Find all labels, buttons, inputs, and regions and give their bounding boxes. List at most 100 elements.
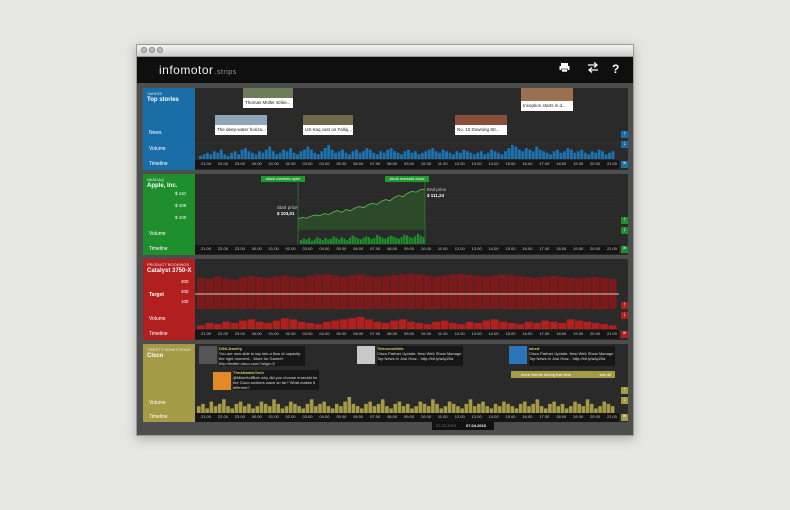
tweets-close-button[interactable]: × — [621, 414, 628, 421]
news-headline-4[interactable]: No. 10 Downing Str... — [455, 125, 507, 135]
news-volume-bar — [563, 151, 566, 159]
timeline-tick: 16.00 — [522, 331, 533, 336]
tweets-volume-bar — [351, 403, 356, 413]
see-all-link[interactable]: see all — [599, 371, 611, 378]
product-close-button[interactable]: × — [621, 331, 628, 338]
news-volume-bar — [549, 154, 552, 159]
timeline-tick: 20.00 — [590, 161, 601, 166]
product-volume-bar — [575, 320, 583, 329]
product-move-up-button[interactable]: ↑ — [621, 302, 628, 309]
product-booking-bar — [381, 276, 390, 309]
news-volume-bar — [209, 154, 213, 159]
timeline-tick: 00.00 — [251, 246, 262, 251]
tweets-volume-bar — [585, 399, 590, 413]
product-volume-bar — [407, 321, 415, 329]
tweets-volume-bar — [523, 401, 527, 413]
product-volume-bar — [583, 321, 592, 329]
timeline-tick: 20.00 — [590, 414, 601, 419]
stock-volume-bar — [362, 237, 365, 244]
stock-close-button[interactable]: × — [621, 246, 628, 253]
tweets-volume-bar — [468, 399, 473, 413]
stock-volume-bar — [386, 237, 390, 244]
product-volume-bar — [230, 323, 239, 329]
close-window-button[interactable] — [141, 47, 147, 53]
stock-ylabel-110: $ 110 — [175, 191, 186, 196]
news-photo-3 — [303, 115, 353, 125]
news-headline-5[interactable]: Inception starts in d... — [521, 101, 573, 111]
product-ylabel-300: 300 — [181, 279, 189, 284]
stock-volume-bar — [373, 237, 376, 244]
tweets-volume-bar — [602, 401, 607, 413]
product-booking-bar — [432, 276, 441, 309]
stock-title: Apple, Inc. — [147, 183, 178, 189]
product-move-down-button[interactable]: ↓ — [621, 312, 628, 319]
product-booking-bar — [415, 274, 424, 309]
stock-price-chart — [195, 182, 619, 244]
product-booking-bar — [541, 276, 550, 309]
tweets-volume-bar — [297, 406, 301, 413]
stock-volume-bar — [357, 238, 360, 244]
product-booking-bar — [239, 277, 247, 309]
news-volume-bar — [313, 152, 317, 159]
product-volume-bar — [423, 324, 432, 329]
news-move-down-button[interactable]: ↓ — [621, 141, 628, 148]
swap-button[interactable] — [587, 62, 599, 76]
news-headline-1[interactable]: Thomas Müller strike... — [243, 98, 293, 108]
more-tweets-bar[interactable]: more tweets during this time see all — [511, 371, 615, 378]
news-volume-bar — [393, 151, 396, 159]
news-volume-bar — [597, 149, 601, 159]
tweets-volume-bar — [426, 406, 431, 413]
news-move-up-button[interactable]: ↑ — [621, 131, 628, 138]
product-volume-bar — [499, 321, 508, 329]
minimize-window-button[interactable] — [149, 47, 155, 53]
product-booking-bar — [457, 273, 466, 309]
stock-move-down-button[interactable]: ↓ — [621, 227, 628, 234]
tweets-volume-bar — [581, 406, 586, 413]
tweet-4[interactable]: wired Cisco Partner Update: New Web Show … — [529, 346, 615, 366]
timeline-tick: 15.00 — [505, 331, 516, 336]
tweets-move-up-button[interactable]: ↑ — [621, 387, 628, 394]
printer-icon — [559, 63, 570, 73]
timeline-tick: 10.00 — [420, 331, 431, 336]
stock-volume-bar — [340, 237, 343, 244]
print-button[interactable] — [559, 62, 570, 76]
tweet-4-avatar — [509, 346, 527, 364]
product-booking-bar — [549, 275, 558, 309]
product-volume-bar — [440, 320, 449, 329]
news-volume-bar — [216, 152, 220, 159]
timeline-tick: 17.00 — [539, 331, 550, 336]
product-volume-bar — [390, 320, 398, 329]
tweets-move-down-button[interactable]: ↓ — [621, 397, 628, 404]
timeline-tick: 15.00 — [505, 246, 516, 251]
tweets-volume-bar — [598, 406, 602, 413]
news-chart: Thomas Müller strike... The deep-water h… — [195, 88, 619, 160]
stock-volume-bar — [381, 237, 384, 244]
tweet-3[interactable]: TelecomsWeb Cisco Partner Update: New Web… — [377, 346, 463, 366]
date-range-bar[interactable]: 07.03.2010 07.04.2010 — [432, 422, 494, 430]
product-volume-bar — [608, 325, 617, 329]
news-volume-bar — [389, 148, 393, 159]
tweets-volume-bar — [518, 403, 523, 413]
news-volume-bar — [219, 149, 223, 159]
tweets-volume-bar — [314, 406, 318, 413]
news-headline-3[interactable]: US-Iraq cast on Falluj... — [303, 125, 353, 135]
product-booking-bar — [356, 274, 365, 309]
product-target-label: Target — [149, 292, 164, 298]
help-button[interactable]: ? — [612, 62, 619, 76]
tweet-1[interactable]: DSKJewelry You are now able to tap into a… — [219, 346, 305, 366]
timeline-tick: 20.00 — [590, 331, 601, 336]
product-booking-bar — [465, 274, 474, 309]
news-close-button[interactable]: × — [621, 161, 628, 168]
tweet-2[interactable]: TheAtlanticTech @MikeHoffBee why did you … — [233, 370, 319, 390]
zoom-window-button[interactable] — [157, 47, 163, 53]
stock-move-up-button[interactable]: ↑ — [621, 217, 628, 224]
news-volume-bar — [257, 151, 261, 159]
product-booking-bar — [197, 277, 205, 309]
news-headline-2[interactable]: The deep-water horiza... — [215, 125, 267, 135]
timeline-tick: 13.00 — [471, 161, 482, 166]
stock-volume-bar — [395, 237, 398, 244]
news-volume-bar — [275, 154, 279, 159]
news-volume-bar — [403, 151, 407, 159]
stock-volume-bar — [321, 240, 324, 244]
stock-volume-bar — [411, 237, 414, 244]
